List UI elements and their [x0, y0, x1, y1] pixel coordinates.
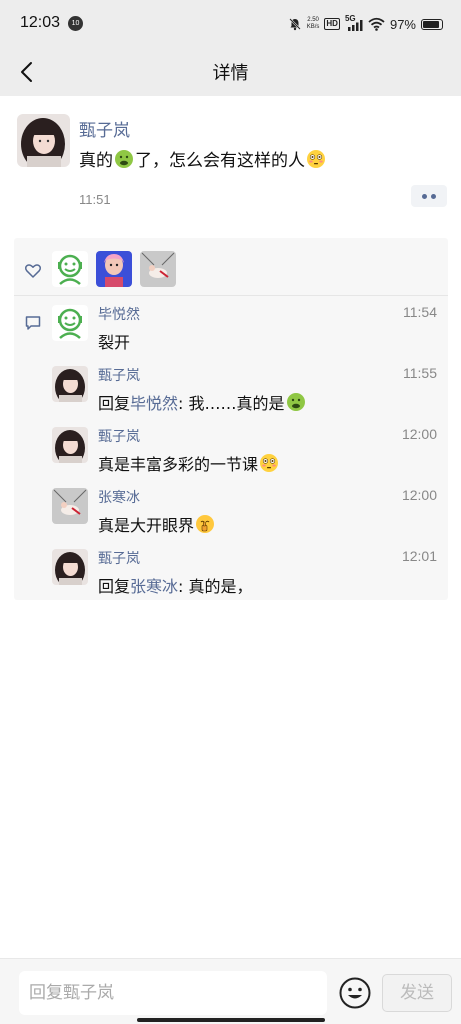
comment-avatar[interactable]	[52, 488, 88, 524]
comment-time: 12:00	[401, 487, 437, 503]
status-bar: 12:03 10 2.50 KB/s HD 5G 97%	[0, 0, 461, 48]
comment-avatar[interactable]	[52, 305, 88, 341]
flushed-emoji-icon	[260, 454, 279, 472]
battery-icon	[421, 18, 443, 30]
smiley-face-icon[interactable]	[338, 976, 372, 1010]
comment-author[interactable]: 甄子岚	[98, 548, 140, 568]
reply-target-name[interactable]: 张寒冰	[130, 573, 178, 597]
post-author-name[interactable]: 甄子岚	[79, 116, 130, 141]
reply-bar: 发送	[0, 958, 461, 1024]
send-button[interactable]: 发送	[382, 974, 452, 1012]
comment-text[interactable]: 真是丰富多彩的一节课	[98, 451, 280, 475]
heart-outline-icon	[24, 264, 42, 278]
status-icons: 2.50 KB/s HD 5G 97%	[288, 13, 443, 35]
hd-icon: HD	[324, 18, 340, 30]
notification-badge: 10	[68, 16, 83, 31]
comment-time: 12:00	[401, 426, 437, 442]
like-avatar-illustration[interactable]	[140, 251, 176, 287]
page-title: 详情	[212, 63, 249, 84]
like-avatar-green-smiley[interactable]	[52, 251, 88, 287]
nauseated-emoji-icon	[115, 149, 133, 168]
comment-text[interactable]: 真是大开眼界	[98, 512, 216, 536]
status-time: 12:03	[20, 14, 61, 31]
comment-avatar[interactable]	[52, 549, 88, 585]
comment-text[interactable]: 裂开	[98, 329, 130, 353]
reply-input[interactable]	[19, 971, 327, 1015]
nauseated-emoji-icon	[286, 393, 305, 411]
post-content: 真的 了，怎么会有这样的人	[79, 146, 327, 171]
net-speed: 2.50 KB/s	[306, 17, 320, 30]
reply-target-name[interactable]: 毕悦然	[130, 390, 178, 414]
like-avatar-cartoon[interactable]	[96, 251, 132, 287]
comment-author[interactable]: 毕悦然	[98, 304, 140, 324]
comment-author[interactable]: 张寒冰	[98, 487, 140, 507]
comment-icon	[25, 316, 41, 330]
flushed-emoji-icon	[307, 149, 325, 168]
comment-avatar[interactable]	[52, 427, 88, 463]
home-indicator	[137, 1018, 325, 1022]
thumbs-up-emoji-icon	[196, 515, 215, 533]
more-options-button[interactable]	[411, 185, 447, 207]
comment-text[interactable]: 回复 张寒冰: 真的是，	[98, 573, 253, 597]
comment-time: 11:55	[403, 365, 437, 381]
comment-avatar[interactable]	[52, 366, 88, 402]
nav-header: 详情	[0, 48, 461, 96]
post-author-avatar[interactable]	[17, 114, 70, 167]
mute-bell-icon	[289, 18, 301, 31]
post-time: 11:51	[79, 192, 111, 207]
dot-icon	[422, 193, 427, 199]
comment-author[interactable]: 甄子岚	[98, 426, 140, 446]
divider	[14, 295, 448, 296]
dot-icon	[431, 193, 436, 199]
comment-text[interactable]: 回复 毕悦然: 我……真的是	[98, 390, 307, 414]
interaction-panel	[14, 238, 448, 600]
signal-icon: 5G	[345, 14, 363, 31]
comment-time: 12:01	[401, 548, 437, 564]
comment-time: 11:54	[403, 304, 437, 320]
comment-author[interactable]: 甄子岚	[98, 365, 140, 385]
battery-percent: 97%	[389, 16, 416, 32]
wifi-icon	[368, 17, 385, 31]
